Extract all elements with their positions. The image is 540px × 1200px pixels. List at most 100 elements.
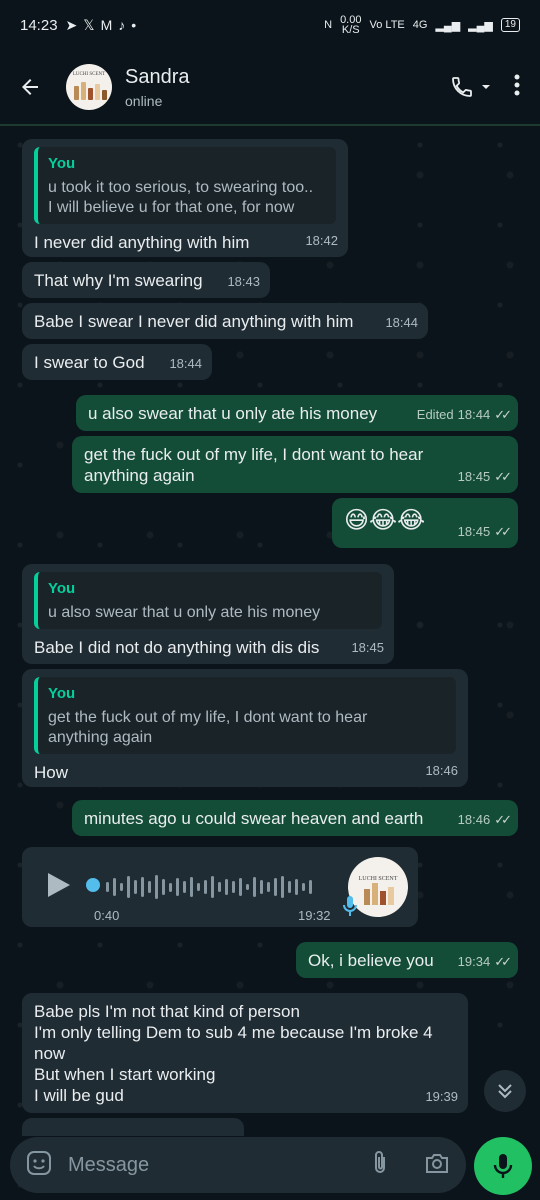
message-bubble-incoming[interactable]: I swear to God 18:44	[22, 344, 212, 380]
quoted-message[interactable]: You get the fuck out of my life, I dont …	[34, 677, 456, 754]
call-button[interactable]	[450, 75, 492, 99]
message-bubble-incoming[interactable]: That why I'm swearing 18:43	[22, 262, 270, 298]
message-bubble-outgoing[interactable]: get the fuck out of my life, I dont want…	[72, 436, 518, 493]
mic-badge-icon	[343, 896, 357, 916]
waveform-bar	[183, 881, 186, 893]
avatar-perfume-image	[74, 82, 107, 100]
signal-icon: ▂▄▆	[435, 19, 461, 32]
quote-text: get the fuck out of my life, I dont want…	[48, 709, 368, 746]
waveform-bar	[218, 882, 221, 892]
waveform-bar	[302, 883, 305, 891]
waveform-bar	[176, 878, 179, 896]
waveform-bar	[106, 882, 109, 892]
message-text: How	[34, 763, 69, 782]
contact-avatar[interactable]: LUCHI SCENT	[66, 64, 112, 110]
message-time: 18:46	[425, 763, 458, 778]
waveform-bar	[260, 880, 263, 894]
scroll-to-bottom-button[interactable]	[484, 1070, 526, 1112]
message-time: 18:42	[305, 233, 338, 248]
message-time: 18:46	[457, 812, 491, 827]
waveform-bar	[127, 876, 130, 898]
message-bubble-outgoing[interactable]: 😅😂😂 18:45 ✓✓	[332, 498, 518, 548]
waveform-bar	[274, 878, 277, 896]
phone-icon	[452, 77, 472, 97]
quote-author: You	[48, 685, 76, 702]
playback-position-dot[interactable]	[86, 878, 100, 892]
message-input[interactable]: Message	[68, 1154, 370, 1177]
paperclip-icon	[375, 1150, 385, 1173]
message-bubble-outgoing[interactable]: minutes ago u could swear heaven and ear…	[72, 800, 518, 836]
message-text: That why I'm swearing	[34, 271, 203, 290]
message-bubble-outgoing[interactable]: u also swear that u only ate his money E…	[76, 395, 518, 431]
waveform-bar	[267, 882, 270, 892]
more-options-button[interactable]	[514, 74, 520, 101]
waveform-bar	[246, 884, 249, 890]
message-bubble-incoming[interactable]: Babe I swear I never did anything with h…	[22, 303, 428, 339]
message-bubble-incoming[interactable]: Babe pls I'm not that kind of person I'm…	[22, 993, 468, 1113]
chat-header: LUCHI SCENT Sandra online	[0, 50, 540, 126]
x-icon: 𝕏	[83, 16, 95, 33]
double-check-icon: ✓✓	[494, 812, 512, 827]
back-arrow-icon	[22, 79, 38, 95]
waveform-bar	[113, 878, 116, 896]
avatar-logo-text: LUCHI SCENT	[72, 72, 106, 77]
message-bubble-partial[interactable]	[22, 1118, 244, 1136]
message-text: get the fuck out of my life, I dont want…	[84, 445, 424, 485]
battery-icon: 19	[500, 18, 520, 32]
signal-icon-2: ▂▄▆	[468, 19, 493, 32]
volte-label: Vo LTE	[369, 19, 405, 31]
waveform-bar	[253, 877, 256, 897]
message-time: 19:32	[298, 908, 331, 923]
message-bubble-incoming[interactable]: You u took it too serious, to swearing t…	[22, 139, 348, 257]
message-text: Babe I did not do anything with dis dis	[34, 638, 320, 657]
voice-record-button[interactable]	[474, 1137, 532, 1195]
contact-name: Sandra	[125, 65, 190, 88]
double-check-icon: ✓✓	[494, 407, 512, 422]
waveform-bar	[162, 879, 165, 895]
waveform-bar	[232, 881, 235, 893]
nfc-icon: N	[324, 19, 333, 31]
camera-button[interactable]	[424, 1152, 450, 1179]
message-time: 18:45	[457, 469, 491, 484]
message-time: 18:45	[351, 640, 384, 655]
back-button[interactable]	[0, 49, 60, 125]
message-composer[interactable]: Message	[10, 1137, 466, 1193]
waveform-bar	[225, 879, 228, 895]
quote-author: You	[48, 580, 76, 597]
contact-status: online	[125, 92, 163, 109]
message-time: 18:43	[227, 274, 260, 289]
waveform-bar	[148, 881, 151, 893]
message-bubble-incoming[interactable]: You u also swear that u only ate his mon…	[22, 564, 394, 664]
mic-icon	[493, 1154, 513, 1178]
waveform-bar	[204, 880, 207, 894]
quote-text: u took it too serious, to swearing too..…	[48, 179, 314, 216]
notification-icons: ➤ 𝕏 M ♪ •	[66, 17, 137, 34]
message-time: 18:44	[169, 356, 202, 371]
attach-button[interactable]	[370, 1150, 390, 1181]
voice-waveform[interactable]	[106, 874, 312, 900]
quoted-message[interactable]: You u also swear that u only ate his mon…	[34, 572, 382, 629]
double-chevron-down-icon	[498, 1084, 512, 1099]
emoji-button[interactable]	[26, 1150, 52, 1181]
message-time: 18:44	[457, 407, 491, 422]
dot-icon: •	[131, 17, 137, 33]
message-time: 18:44	[385, 315, 418, 330]
message-text: minutes ago u could swear heaven and ear…	[84, 809, 424, 828]
contact-info[interactable]: Sandra online	[125, 66, 450, 109]
message-bubble-incoming[interactable]: You get the fuck out of my life, I dont …	[22, 669, 468, 787]
status-right: N 0.00 K/S Vo LTE 4G ▂▄▆ ▂▄▆ 19	[324, 14, 520, 36]
waveform-bar	[197, 883, 200, 891]
voice-message-bubble[interactable]: 0:40 19:32 LUCHI SCENT	[22, 847, 418, 927]
voice-avatar-perfume-image	[364, 883, 394, 905]
quote-text: u also swear that u only ate his money	[48, 604, 321, 621]
waveform-bar	[134, 880, 137, 894]
net-speed: 0.00 K/S	[340, 14, 362, 36]
voice-duration: 0:40	[94, 908, 120, 923]
status-bar: 14:23 ➤ 𝕏 M ♪ • N 0.00 K/S Vo LTE 4G ▂▄▆…	[0, 0, 540, 50]
message-bubble-outgoing[interactable]: Ok, i believe you 19:34 ✓✓	[296, 942, 518, 978]
quoted-message[interactable]: You u took it too serious, to swearing t…	[34, 147, 336, 224]
sticker-emoji-icon	[27, 1150, 51, 1175]
play-button[interactable]	[46, 871, 72, 904]
message-time: 19:34	[457, 954, 491, 969]
telegram-icon: ➤	[65, 16, 78, 33]
